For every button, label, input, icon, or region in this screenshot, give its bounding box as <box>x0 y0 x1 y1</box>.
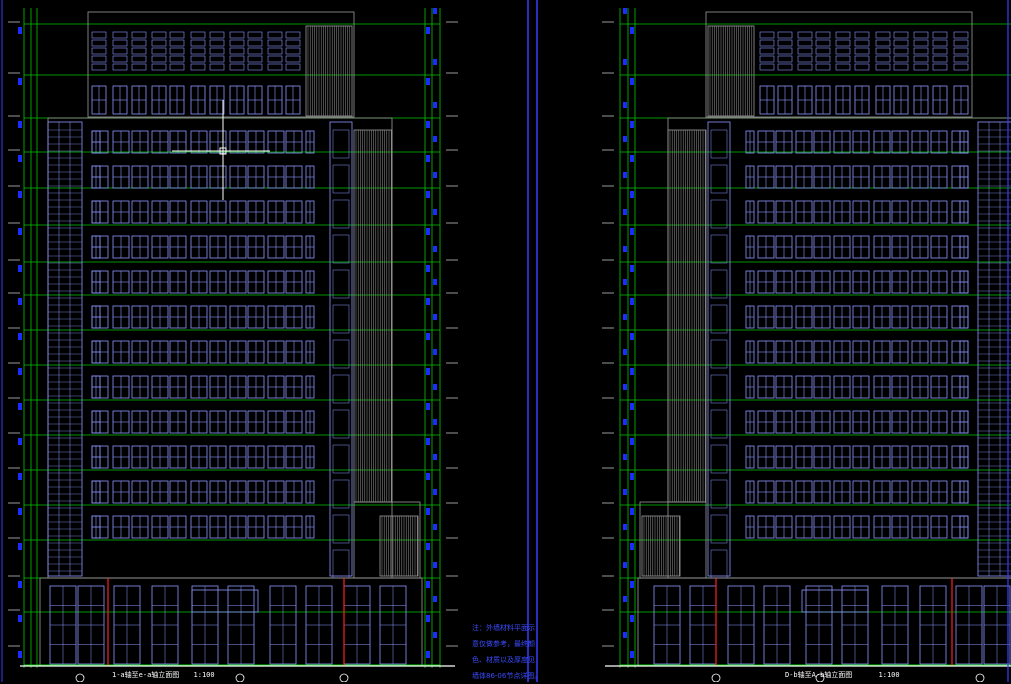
cad-drawing-canvas[interactable] <box>0 0 1011 682</box>
right-scale-text: 1:100 <box>878 671 900 679</box>
note-line: 注：外墙材料平面示 <box>472 624 535 632</box>
right-title-text: D-b轴至A-b轴立面图 <box>785 671 853 679</box>
design-notes: 注：外墙材料平面示 意仅做参考，最终颜 色、材质以及厚度见 墙体86-06节点详… <box>472 620 541 684</box>
note-line: 意仅做参考，最终颜 <box>472 640 535 648</box>
left-title-text: 1-a轴至e-a轴立面图 <box>112 671 180 679</box>
left-scale-text: 1:100 <box>193 671 215 679</box>
left-drawing-title: 1-a轴至e-a轴立面图 1:100 <box>112 670 215 680</box>
note-line: 色、材质以及厚度见 <box>472 656 535 664</box>
right-drawing-title: D-b轴至A-b轴立面图 1:100 <box>785 670 900 680</box>
